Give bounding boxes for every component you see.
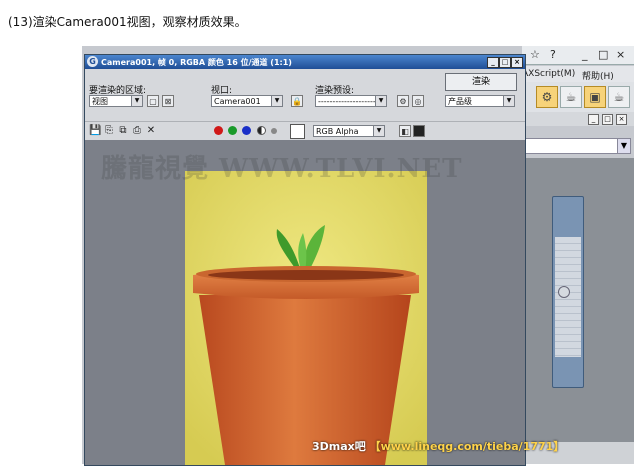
display-alpha-icon[interactable]: ◧ <box>399 125 411 137</box>
panel-header: _ □ × <box>522 112 634 126</box>
menu-maxscript[interactable]: AXScript(M) <box>522 69 575 79</box>
image-toolbar: 💾 ⎘ ⧉ ⎙ ✕ RGB Alpha ▼ ◧ <box>85 121 525 140</box>
panel-restore-button[interactable]: □ <box>602 114 613 125</box>
color-swatch[interactable] <box>290 124 305 139</box>
panel-close-button[interactable]: × <box>616 114 627 125</box>
render-controls: 要渲染的区域: 视图 ▼ ▢ ⊠ 视口: Camera001 ▼ 🔒 渲染预设:… <box>85 69 525 121</box>
minimize-button[interactable]: _ <box>487 57 499 68</box>
close-button[interactable]: × <box>511 57 523 68</box>
chevron-down-icon: ▼ <box>131 96 142 106</box>
render-setup-icon[interactable]: ⚙ <box>536 86 558 108</box>
flower-pot-render <box>185 171 427 465</box>
monochrome-icon[interactable] <box>271 128 277 134</box>
caption-text: (13)渲染Camera001视图，观察材质效果。 <box>8 15 247 29</box>
quality-value: 产品级 <box>448 97 472 106</box>
close-app-button[interactable]: × <box>616 48 625 61</box>
copy-icon[interactable]: ⎘ <box>103 125 115 137</box>
preset-select[interactable]: ---------------------- ▼ <box>315 95 387 107</box>
footer-watermark-part2: 【www.lineqg.com/tieba/1771】 <box>369 440 565 453</box>
site-watermark: 騰龍視覺 WWW.TLVI.NET <box>101 154 463 184</box>
rendered-image <box>185 171 427 465</box>
auto-region-icon[interactable]: ⊠ <box>162 95 174 107</box>
green-channel-icon[interactable] <box>228 126 237 135</box>
chevron-down-icon: ▼ <box>617 139 630 153</box>
edit-region-icon[interactable]: ▢ <box>147 95 159 107</box>
environment-icon[interactable]: ◎ <box>412 95 424 107</box>
viewport-value: Camera001 <box>214 97 261 106</box>
chevron-down-icon: ▼ <box>373 126 384 136</box>
restore-app-button[interactable]: □ <box>598 48 608 61</box>
minimize-app-button[interactable]: _ <box>582 48 588 61</box>
area-value: 视图 <box>92 97 108 106</box>
save-icon[interactable]: 💾 <box>89 125 101 137</box>
window-app-icon: G <box>87 56 98 67</box>
lock-icon[interactable]: 🔒 <box>291 95 303 107</box>
quick-render-icon[interactable]: ☕ <box>608 86 630 108</box>
render-canvas: 騰龍視覺 WWW.TLVI.NET <box>85 140 525 465</box>
rendered-frame-window: G Camera001, 帧 0, RGBA 颜色 16 位/通道 (1:1) … <box>84 54 526 466</box>
star-icon[interactable]: ☆ <box>530 48 540 61</box>
panel-dropdown[interactable]: ▼ <box>522 138 631 154</box>
pot-soil <box>208 270 404 280</box>
channel-value: RGB Alpha <box>316 127 359 136</box>
red-channel-icon[interactable] <box>214 126 223 135</box>
command-panel-rows <box>555 237 581 357</box>
print-icon[interactable]: ⎙ <box>131 125 143 137</box>
preset-value: ---------------------- <box>318 97 382 106</box>
maximize-button[interactable]: □ <box>499 57 511 68</box>
menu-help[interactable]: 帮助(H) <box>582 69 614 82</box>
app-menu-bar: AXScript(M) 帮助(H) <box>522 66 634 82</box>
clear-icon[interactable]: ✕ <box>145 125 157 137</box>
chevron-down-icon: ▼ <box>375 96 386 106</box>
viewport-select[interactable]: Camera001 ▼ <box>211 95 283 107</box>
toggle-ui-icon[interactable] <box>413 125 425 137</box>
chevron-down-icon: ▼ <box>503 96 514 106</box>
channel-select[interactable]: RGB Alpha ▼ <box>313 125 385 137</box>
app-icon-bar: ⚙ ☕ ▣ ☕ <box>522 82 634 113</box>
alpha-channel-icon[interactable] <box>257 126 266 135</box>
slider-knob[interactable] <box>558 286 570 298</box>
help-icon[interactable]: ? <box>550 48 556 61</box>
render-frame-icon[interactable]: ▣ <box>584 86 606 108</box>
window-title-bar[interactable]: G Camera001, 帧 0, RGBA 颜色 16 位/通道 (1:1) … <box>85 55 525 69</box>
footer-watermark-part1: 3Dmax吧 <box>312 440 366 453</box>
blue-channel-icon[interactable] <box>242 126 251 135</box>
app-top-bar: ☆ ? _ □ × <box>522 46 634 65</box>
chevron-down-icon: ▼ <box>271 96 282 106</box>
window-title: Camera001, 帧 0, RGBA 颜色 16 位/通道 (1:1) <box>101 58 292 67</box>
quality-select[interactable]: 产品级 ▼ <box>445 95 515 107</box>
render-button[interactable]: 渲染 <box>445 73 517 91</box>
render-setup-icon[interactable]: ⚙ <box>397 95 409 107</box>
teapot-icon[interactable]: ☕ <box>560 86 582 108</box>
panel-minimize-button[interactable]: _ <box>588 114 599 125</box>
area-select[interactable]: 视图 ▼ <box>89 95 143 107</box>
clone-icon[interactable]: ⧉ <box>117 125 129 137</box>
footer-watermark: 3Dmax吧 【www.lineqg.com/tieba/1771】 <box>312 438 564 454</box>
